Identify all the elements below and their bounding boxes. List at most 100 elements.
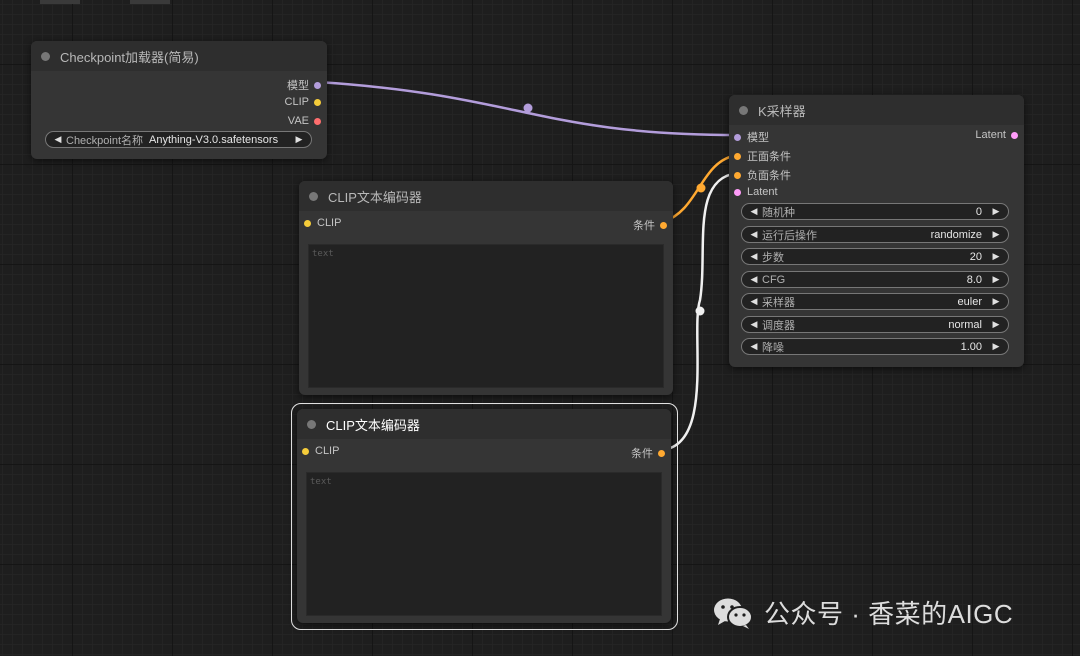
arrow-right-icon[interactable]: ▶ xyxy=(990,206,1002,217)
wechat-icon xyxy=(714,598,753,629)
slot-label: 正面条件 xyxy=(747,151,791,163)
node-title-bar[interactable]: K采样器 xyxy=(729,95,1024,125)
arrow-right-icon[interactable]: ▶ xyxy=(990,251,1002,262)
node-title: CLIP文本编码器 xyxy=(326,417,420,433)
node-title-bar[interactable]: CLIP文本编码器 xyxy=(297,409,671,439)
arrow-right-icon[interactable]: ▶ xyxy=(990,319,1002,330)
toolbar-fragment xyxy=(130,0,170,4)
arrow-right-icon[interactable]: ▶ xyxy=(990,296,1002,307)
arrow-left-icon[interactable]: ◀ xyxy=(748,206,760,217)
widget-name: CFG xyxy=(762,273,786,286)
arrow-left-icon[interactable]: ◀ xyxy=(748,296,760,307)
vae-slot-dot-icon[interactable] xyxy=(314,117,321,125)
arrow-right-icon[interactable]: ▶ xyxy=(990,341,1002,352)
model-slot-dot-icon[interactable] xyxy=(734,133,741,141)
clip-slot-dot-icon[interactable] xyxy=(314,98,321,106)
sampler-widget[interactable]: ◀ 采样器 euler ▶ xyxy=(741,293,1009,310)
slot-label: Latent xyxy=(747,186,778,198)
input-slot-model[interactable]: 模型 xyxy=(734,129,769,145)
widget-value: normal xyxy=(948,318,982,331)
seed-widget[interactable]: ◀ 随机种 0 ▶ xyxy=(741,203,1009,220)
arrow-left-icon[interactable]: ◀ xyxy=(748,319,760,330)
widget-name: Checkpoint名称 xyxy=(66,134,144,147)
arrow-left-icon[interactable]: ◀ xyxy=(748,251,760,262)
node-title: CLIP文本编码器 xyxy=(328,189,422,205)
control-after-generate-widget[interactable]: ◀ 运行后操作 randomize ▶ xyxy=(741,226,1009,243)
widget-value: euler xyxy=(957,295,982,308)
model-slot-dot-icon[interactable] xyxy=(314,81,321,89)
widget-value: 1.00 xyxy=(960,340,982,353)
widget-name: 采样器 xyxy=(762,296,795,309)
watermark-text: 公众号 · 香菜的AIGC xyxy=(764,599,1014,629)
output-slot-conditioning[interactable]: 条件 xyxy=(633,217,667,233)
steps-widget[interactable]: ◀ 步数 20 ▶ xyxy=(741,248,1009,265)
widget-name: 降噪 xyxy=(762,341,784,354)
watermark: 公众号 · 香菜的AIGC xyxy=(712,594,1013,631)
slot-label: 模型 xyxy=(287,80,309,92)
arrow-left-icon[interactable]: ◀ xyxy=(52,134,64,145)
input-slot-latent[interactable]: Latent xyxy=(734,186,778,198)
slot-label: VAE xyxy=(287,115,309,127)
output-slot-clip[interactable]: CLIP xyxy=(285,96,321,108)
node-title-bar[interactable]: Checkpoint加载器(简易) xyxy=(31,41,327,71)
collapse-dot-icon[interactable] xyxy=(41,51,50,61)
prompt-textarea[interactable]: text xyxy=(308,244,664,388)
node-title: Checkpoint加载器(简易) xyxy=(60,49,199,65)
input-slot-clip[interactable]: CLIP xyxy=(302,445,339,457)
widget-value: randomize xyxy=(930,228,982,241)
widget-value: 8.0 xyxy=(966,273,982,286)
slot-label: 负面条件 xyxy=(747,170,791,182)
widget-name: 调度器 xyxy=(762,319,795,332)
slot-label: 模型 xyxy=(747,132,769,144)
checkpoint-name-combo[interactable]: ◀ Checkpoint名称 Anything-V3.0.safetensors… xyxy=(45,131,312,148)
input-slot-positive[interactable]: 正面条件 xyxy=(734,148,791,164)
conditioning-slot-dot-icon[interactable] xyxy=(734,152,741,160)
output-slot-vae[interactable]: VAE xyxy=(288,115,321,127)
collapse-dot-icon[interactable] xyxy=(739,105,748,115)
arrow-right-icon[interactable]: ▶ xyxy=(990,229,1002,240)
positive-link-midpoint xyxy=(696,183,706,193)
widget-value: 0 xyxy=(975,205,982,218)
arrow-left-icon[interactable]: ◀ xyxy=(748,274,760,285)
negative-link-midpoint xyxy=(695,306,705,316)
node-title: K采样器 xyxy=(758,103,806,119)
textarea-placeholder: text xyxy=(310,477,332,487)
collapse-dot-icon[interactable] xyxy=(307,419,316,429)
arrow-right-icon[interactable]: ▶ xyxy=(293,134,305,145)
slot-label: CLIP xyxy=(315,445,340,457)
model-link-midpoint xyxy=(523,103,533,113)
latent-slot-dot-icon[interactable] xyxy=(1011,131,1018,139)
output-slot-latent[interactable]: Latent xyxy=(975,129,1018,141)
arrow-left-icon[interactable]: ◀ xyxy=(748,341,760,352)
widget-name: 步数 xyxy=(762,251,784,264)
conditioning-slot-dot-icon[interactable] xyxy=(660,221,667,229)
textarea-placeholder: text xyxy=(312,249,334,259)
checkpoint-loader-node[interactable]: Checkpoint加载器(简易) 模型 CLIP VAE ◀ Checkpoi… xyxy=(31,41,327,159)
slot-label: CLIP xyxy=(284,96,309,108)
output-slot-conditioning[interactable]: 条件 xyxy=(631,445,665,461)
collapse-dot-icon[interactable] xyxy=(309,191,318,201)
input-slot-clip[interactable]: CLIP xyxy=(304,217,341,229)
clip-text-encoder-negative-node[interactable]: CLIP文本编码器 CLIP 条件 text xyxy=(297,409,671,623)
cfg-widget[interactable]: ◀ CFG 8.0 ▶ xyxy=(741,271,1009,288)
input-slot-negative[interactable]: 负面条件 xyxy=(734,167,791,183)
denoise-widget[interactable]: ◀ 降噪 1.00 ▶ xyxy=(741,338,1009,355)
arrow-left-icon[interactable]: ◀ xyxy=(748,229,760,240)
clip-slot-dot-icon[interactable] xyxy=(304,219,311,227)
conditioning-slot-dot-icon[interactable] xyxy=(734,171,741,179)
clip-slot-dot-icon[interactable] xyxy=(302,447,309,455)
slot-label: CLIP xyxy=(317,217,342,229)
arrow-right-icon[interactable]: ▶ xyxy=(990,274,1002,285)
widget-value: Anything-V3.0.safetensors xyxy=(149,133,279,146)
ksampler-node[interactable]: K采样器 模型 正面条件 负面条件 Latent Latent ◀ 随机种 0 … xyxy=(729,95,1024,367)
node-title-bar[interactable]: CLIP文本编码器 xyxy=(299,181,673,211)
conditioning-slot-dot-icon[interactable] xyxy=(658,449,665,457)
widget-value: 20 xyxy=(969,250,982,263)
clip-text-encoder-positive-node[interactable]: CLIP文本编码器 CLIP 条件 text xyxy=(299,181,673,395)
prompt-textarea[interactable]: text xyxy=(306,472,662,616)
latent-slot-dot-icon[interactable] xyxy=(734,188,741,196)
output-slot-model[interactable]: 模型 xyxy=(287,77,321,93)
slot-label: 条件 xyxy=(633,220,655,232)
scheduler-widget[interactable]: ◀ 调度器 normal ▶ xyxy=(741,316,1009,333)
positive-conditioning-link xyxy=(662,153,739,224)
